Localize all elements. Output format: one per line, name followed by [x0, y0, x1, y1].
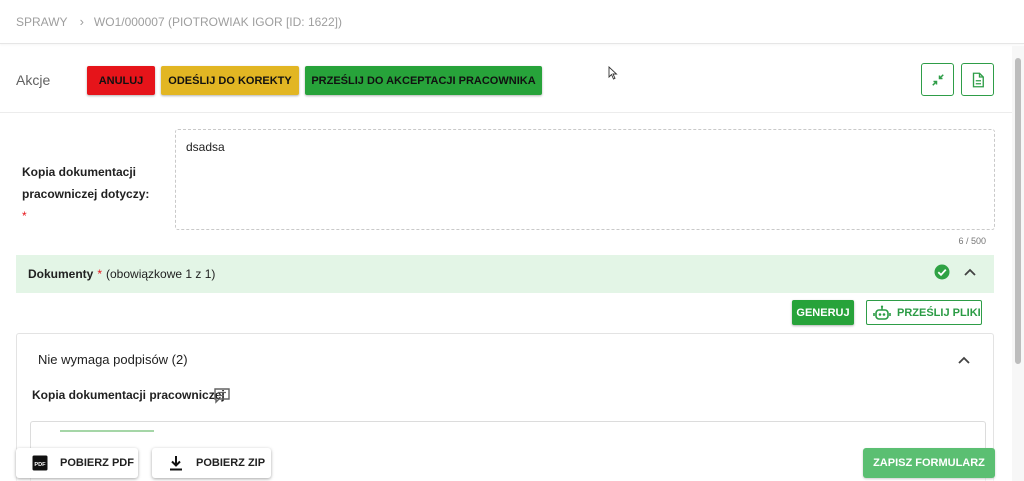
breadcrumb-root[interactable]: SPRAWY	[16, 15, 68, 29]
upload-files-label: PRZEŚLIJ PLIKI	[897, 306, 981, 319]
documents-required-mark: *	[97, 267, 103, 281]
document-item-tab	[60, 430, 154, 432]
collapse-button[interactable]	[921, 63, 954, 96]
group-title: Nie wymaga podpisów (2)	[38, 352, 188, 367]
field-label-text: Kopia dokumentacji pracowniczej dotyczy:	[22, 165, 150, 201]
mouse-cursor-icon	[608, 66, 618, 80]
documentation-textarea[interactable]: dsadsa	[175, 129, 995, 230]
collapse-icon	[931, 73, 944, 86]
field-label: Kopia dokumentacji pracowniczej dotyczy:…	[22, 161, 162, 227]
chevron-right-icon: ›	[79, 14, 84, 29]
download-zip-label: POBIERZ ZIP	[196, 457, 266, 469]
save-form-button[interactable]: ZAPISZ FORMULARZ	[863, 448, 995, 478]
send-to-accept-button[interactable]: PRZEŚLIJ DO AKCEPTACJI PRACOWNIKA	[305, 66, 542, 95]
breadcrumb: SPRAWY › WO1/000007 (PIOTROWIAK IGOR [ID…	[0, 0, 1024, 44]
svg-text:PDF: PDF	[34, 462, 46, 468]
generate-button[interactable]: GENERUJ	[792, 300, 854, 325]
document-item-title: Kopia dokumentacji pracowniczej	[32, 388, 225, 402]
chevron-up-icon[interactable]	[956, 353, 972, 367]
chevron-up-icon[interactable]	[962, 265, 978, 279]
breadcrumb-current: WO1/000007 (PIOTROWIAK IGOR [ID: 1622])	[93, 14, 342, 29]
document-icon	[972, 72, 984, 87]
required-mark: *	[22, 209, 27, 223]
scrollbar-thumb[interactable]	[1015, 58, 1021, 364]
comment-icon[interactable]	[213, 387, 231, 404]
documents-title: Dokumenty	[28, 267, 94, 281]
upload-files-button[interactable]: PRZEŚLIJ PLIKI	[866, 300, 982, 325]
documents-panel-header[interactable]: Dokumenty * (obowiązkowe 1 z 1)	[16, 255, 994, 293]
actions-label: Akcje	[16, 72, 51, 88]
download-icon	[170, 456, 182, 471]
pdf-icon: PDF	[32, 455, 48, 471]
download-zip-button[interactable]: POBIERZ ZIP	[152, 448, 271, 478]
documents-subtitle: (obowiązkowe 1 z 1)	[106, 267, 216, 281]
download-pdf-label: POBIERZ PDF	[60, 457, 134, 469]
divider	[0, 112, 1012, 113]
document-button[interactable]	[961, 63, 994, 96]
send-back-button[interactable]: ODEŚLIJ DO KOREKTY	[161, 66, 299, 95]
robot-icon	[873, 305, 891, 320]
page: SPRAWY › WO1/000007 (PIOTROWIAK IGOR [ID…	[0, 0, 1024, 481]
download-pdf-button[interactable]: PDF POBIERZ PDF	[16, 448, 138, 478]
check-circle-icon	[934, 264, 950, 280]
cancel-button[interactable]: ANULUJ	[87, 66, 155, 95]
character-counter: 6 / 500	[958, 236, 986, 246]
